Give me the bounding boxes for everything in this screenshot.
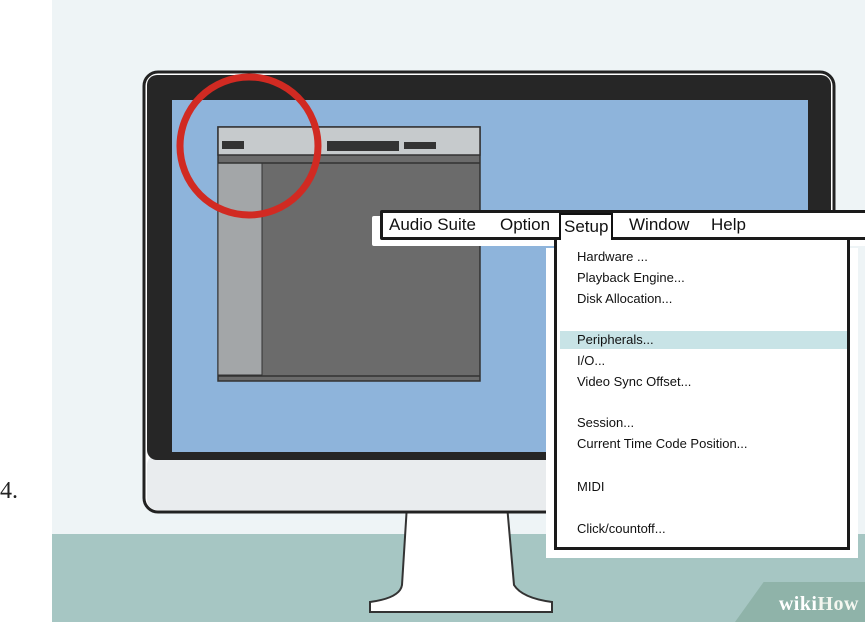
menu-item-peripherals[interactable]: Peripherals... [577,332,654,347]
menu-audio-suite[interactable]: Audio Suite [389,215,476,235]
menu-window[interactable]: Window [629,215,689,235]
menu-item-session[interactable]: Session... [577,415,634,430]
menu-item-playback-engine[interactable]: Playback Engine... [577,270,685,285]
illustration-scene: Audio Suite Option Setup Window Help Har… [52,0,865,622]
menu-bar: Audio Suite Option Setup Window Help [380,210,865,241]
menu-item-io[interactable]: I/O... [577,353,605,368]
menu-item-current-time-code-position[interactable]: Current Time Code Position... [577,436,748,451]
wikihow-how: How [817,593,859,615]
menu-item-midi[interactable]: MIDI [577,479,604,494]
menu-option[interactable]: Option [500,215,550,235]
menu-setup[interactable]: Setup [559,213,614,241]
menu-item-video-sync-offset[interactable]: Video Sync Offset... [577,374,691,389]
menu-item-disk-allocation[interactable]: Disk Allocation... [577,291,672,306]
wikihow-logo-text: wikiHow [779,593,859,616]
setup-dropdown-menu: Hardware ... Playback Engine... Disk All… [554,240,850,550]
step-number: 4. [0,478,18,504]
menu-item-click-countoff[interactable]: Click/countoff... [577,521,666,536]
wikihow-wiki: wiki [778,593,818,615]
menu-help[interactable]: Help [711,215,746,235]
monitor-stand [369,504,553,613]
app-window-sidebar [217,162,263,376]
menu-item-hardware[interactable]: Hardware ... [577,249,648,264]
